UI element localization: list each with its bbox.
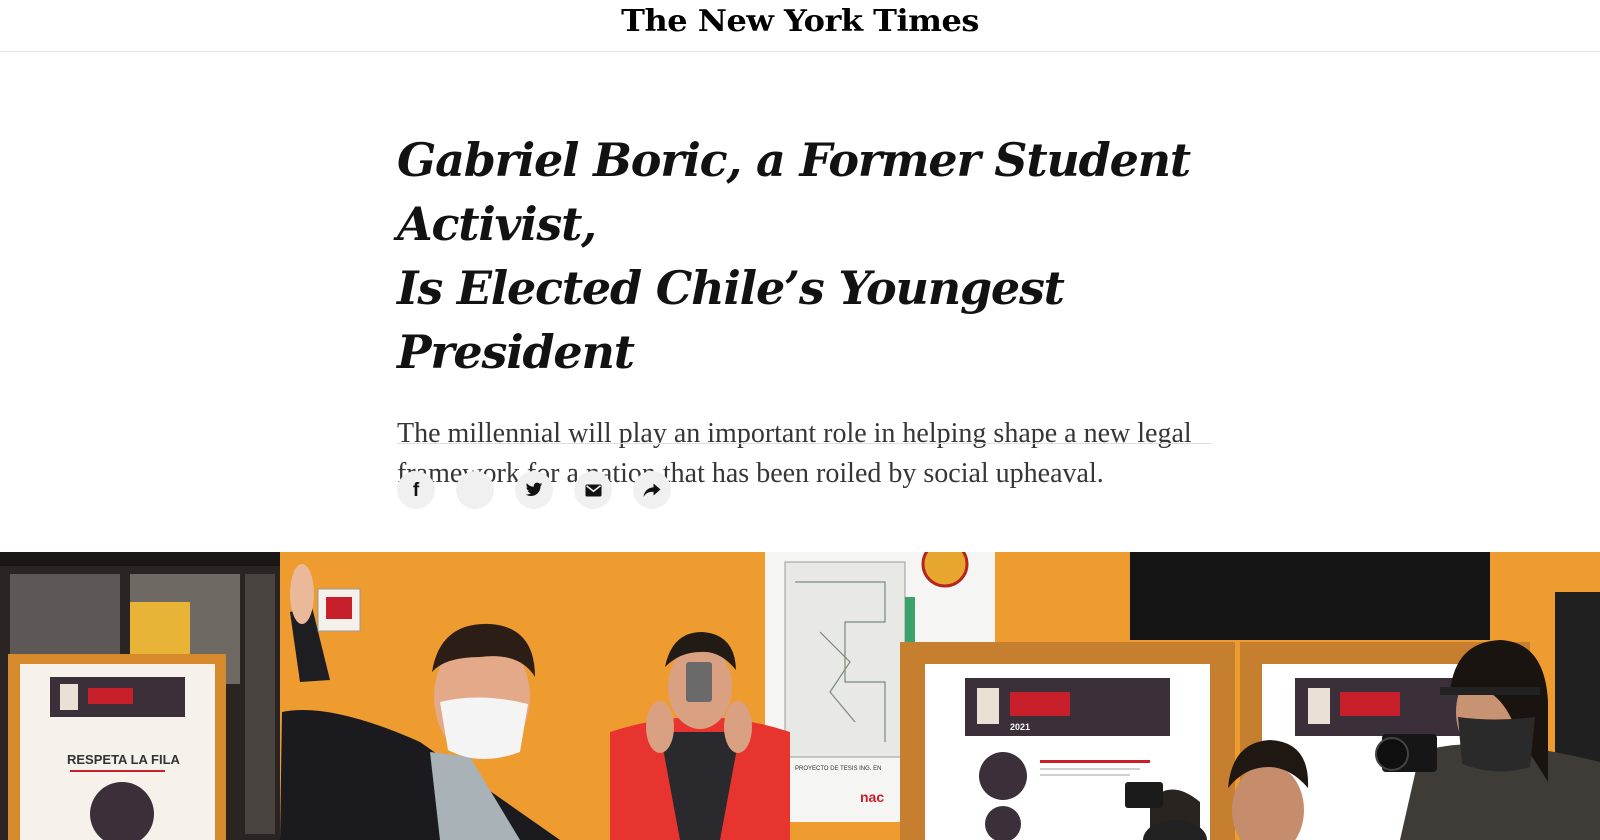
headline-line-1: Gabriel Boric, a Former Student Activist… [397,133,1191,251]
masthead: The New York Times [0,0,1600,52]
share-icon [643,483,661,497]
brand-fragment: nac [860,789,884,805]
lead-photo[interactable]: PROYECTO DE TESIS ING. EN nac RESPETA LA… [0,552,1600,840]
polling-station-scene: PROYECTO DE TESIS ING. EN nac RESPETA LA… [0,552,1600,840]
article-header: Gabriel Boric, a Former Student Activist… [397,128,1217,494]
sign-text: RESPETA LA FILA [67,752,181,767]
divider [397,443,1212,444]
email-share-button[interactable] [574,471,612,509]
email-icon [585,484,601,496]
board-caption: PROYECTO DE TESIS ING. EN [795,766,881,772]
more-share-button[interactable] [633,471,671,509]
facebook-share-button[interactable]: f [397,471,435,509]
facebook-icon: f [412,479,420,501]
share-toolbar: f [397,471,671,509]
headline-line-2: Is Elected Chile’s Youngest President [397,261,1065,379]
twitter-share-button[interactable] [515,471,553,509]
headline: Gabriel Boric, a Former Student Activist… [397,128,1217,384]
whatsapp-share-button[interactable] [456,471,494,509]
nyt-logo[interactable]: The New York Times [0,4,1600,39]
poster-year: 2021 [1010,722,1030,732]
twitter-icon [525,482,543,496]
